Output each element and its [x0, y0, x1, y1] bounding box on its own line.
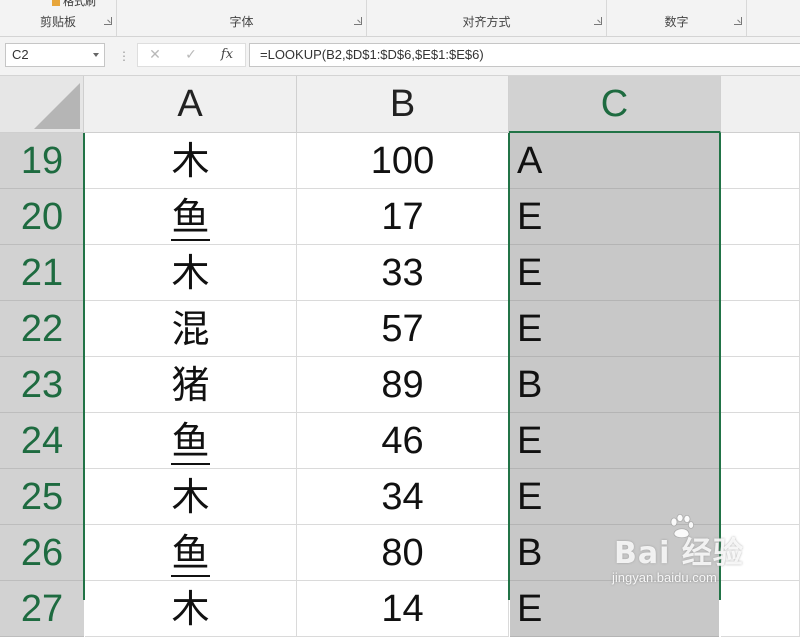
- cell-c[interactable]: E: [510, 189, 719, 245]
- formula-input[interactable]: =LOOKUP(B2,$D$1:$D$6,$E$1:$E$6): [249, 43, 800, 67]
- cell-a[interactable]: 鱼: [85, 525, 297, 581]
- column-header-a[interactable]: A: [84, 76, 297, 133]
- insert-function-icon[interactable]: fx: [212, 44, 242, 66]
- cell-d[interactable]: [721, 413, 800, 469]
- dialog-launcher-icon[interactable]: [354, 17, 362, 25]
- cell-d[interactable]: [721, 525, 800, 581]
- ribbon-group-number: 数字: [607, 0, 747, 36]
- column-header-b[interactable]: B: [297, 76, 509, 133]
- formula-bar-grip-icon[interactable]: ⋮: [118, 49, 130, 63]
- ribbon-group-alignment: 对齐方式: [367, 0, 607, 36]
- column-header-c[interactable]: C: [509, 76, 721, 133]
- chevron-down-icon[interactable]: [93, 53, 99, 57]
- row-header-border: [83, 133, 85, 600]
- ribbon-group-labels: 格式刷 剪贴板 字体 对齐方式 数字: [0, 0, 800, 37]
- cell-d[interactable]: [721, 301, 800, 357]
- cell-d[interactable]: [721, 357, 800, 413]
- cell-c[interactable]: E: [510, 581, 719, 637]
- cell-b[interactable]: 57: [297, 301, 509, 357]
- cell-b[interactable]: 17: [297, 189, 509, 245]
- cell-d[interactable]: [721, 469, 800, 525]
- cell-d[interactable]: [721, 189, 800, 245]
- dialog-launcher-icon[interactable]: [734, 17, 742, 25]
- cell-a-text: 鱼: [171, 531, 210, 577]
- column-header-d[interactable]: [721, 76, 800, 133]
- name-box[interactable]: C2: [5, 43, 105, 67]
- formula-bar: C2 ⋮ ✕ ✓ fx =LOOKUP(B2,$D$1:$D$6,$E$1:$E…: [0, 37, 800, 76]
- row-header[interactable]: 27: [0, 581, 84, 637]
- cell-a[interactable]: 混: [85, 301, 297, 357]
- select-all-button[interactable]: [0, 76, 84, 133]
- ribbon-group-clipboard: 剪贴板: [0, 0, 117, 36]
- select-all-triangle-icon: [34, 83, 80, 129]
- cell-b[interactable]: 34: [297, 469, 509, 525]
- selection-border-left: [508, 133, 510, 600]
- cell-b[interactable]: 33: [297, 245, 509, 301]
- cell-a[interactable]: 猪: [85, 357, 297, 413]
- row-header[interactable]: 22: [0, 301, 84, 357]
- ribbon-group-font: 字体: [117, 0, 367, 36]
- ribbon-group-label: 字体: [229, 15, 254, 29]
- cell-c[interactable]: E: [510, 413, 719, 469]
- row-header[interactable]: 25: [0, 469, 84, 525]
- cell-c[interactable]: B: [510, 525, 719, 581]
- row-header[interactable]: 19: [0, 133, 84, 189]
- cell-a[interactable]: 木: [85, 245, 297, 301]
- row-header[interactable]: 20: [0, 189, 84, 245]
- cell-c[interactable]: A: [510, 133, 719, 189]
- cell-a[interactable]: 木: [85, 133, 297, 189]
- dialog-launcher-icon[interactable]: [594, 17, 602, 25]
- formula-bar-buttons: ✕ ✓ fx: [137, 43, 246, 67]
- cell-a-text: 鱼: [171, 195, 210, 241]
- cell-b[interactable]: 80: [297, 525, 509, 581]
- dialog-launcher-icon[interactable]: [104, 17, 112, 25]
- cell-b[interactable]: 100: [297, 133, 509, 189]
- ribbon-group-label: 对齐方式: [462, 15, 511, 29]
- cell-b[interactable]: 89: [297, 357, 509, 413]
- row-header[interactable]: 24: [0, 413, 84, 469]
- cell-a[interactable]: 鱼: [85, 189, 297, 245]
- cell-d[interactable]: [721, 245, 800, 301]
- cell-a[interactable]: 木: [85, 469, 297, 525]
- ribbon-group-label: 数字: [664, 15, 689, 29]
- selection-border-right: [719, 133, 721, 600]
- row-header[interactable]: 21: [0, 245, 84, 301]
- cell-a-text: 鱼: [171, 419, 210, 465]
- cell-a[interactable]: 鱼: [85, 413, 297, 469]
- worksheet-grid: A B C 19 木 100 A 20 鱼 17 E 21 木 33 E 22 混 57 E 23 猪 89 B 24 鱼…: [0, 76, 800, 637]
- cell-a[interactable]: 木: [85, 581, 297, 637]
- row-header[interactable]: 23: [0, 357, 84, 413]
- cell-c[interactable]: E: [510, 469, 719, 525]
- cell-b[interactable]: 46: [297, 413, 509, 469]
- name-box-value: C2: [12, 47, 29, 62]
- cell-c[interactable]: B: [510, 357, 719, 413]
- close-icon[interactable]: ✕: [140, 44, 170, 66]
- cell-c[interactable]: E: [510, 301, 719, 357]
- row-header[interactable]: 26: [0, 525, 84, 581]
- cell-c[interactable]: E: [510, 245, 719, 301]
- cell-b[interactable]: 14: [297, 581, 509, 637]
- ribbon-group-label: 剪贴板: [39, 15, 76, 29]
- cell-d[interactable]: [721, 133, 800, 189]
- cell-d[interactable]: [721, 581, 800, 637]
- check-icon[interactable]: ✓: [176, 44, 206, 66]
